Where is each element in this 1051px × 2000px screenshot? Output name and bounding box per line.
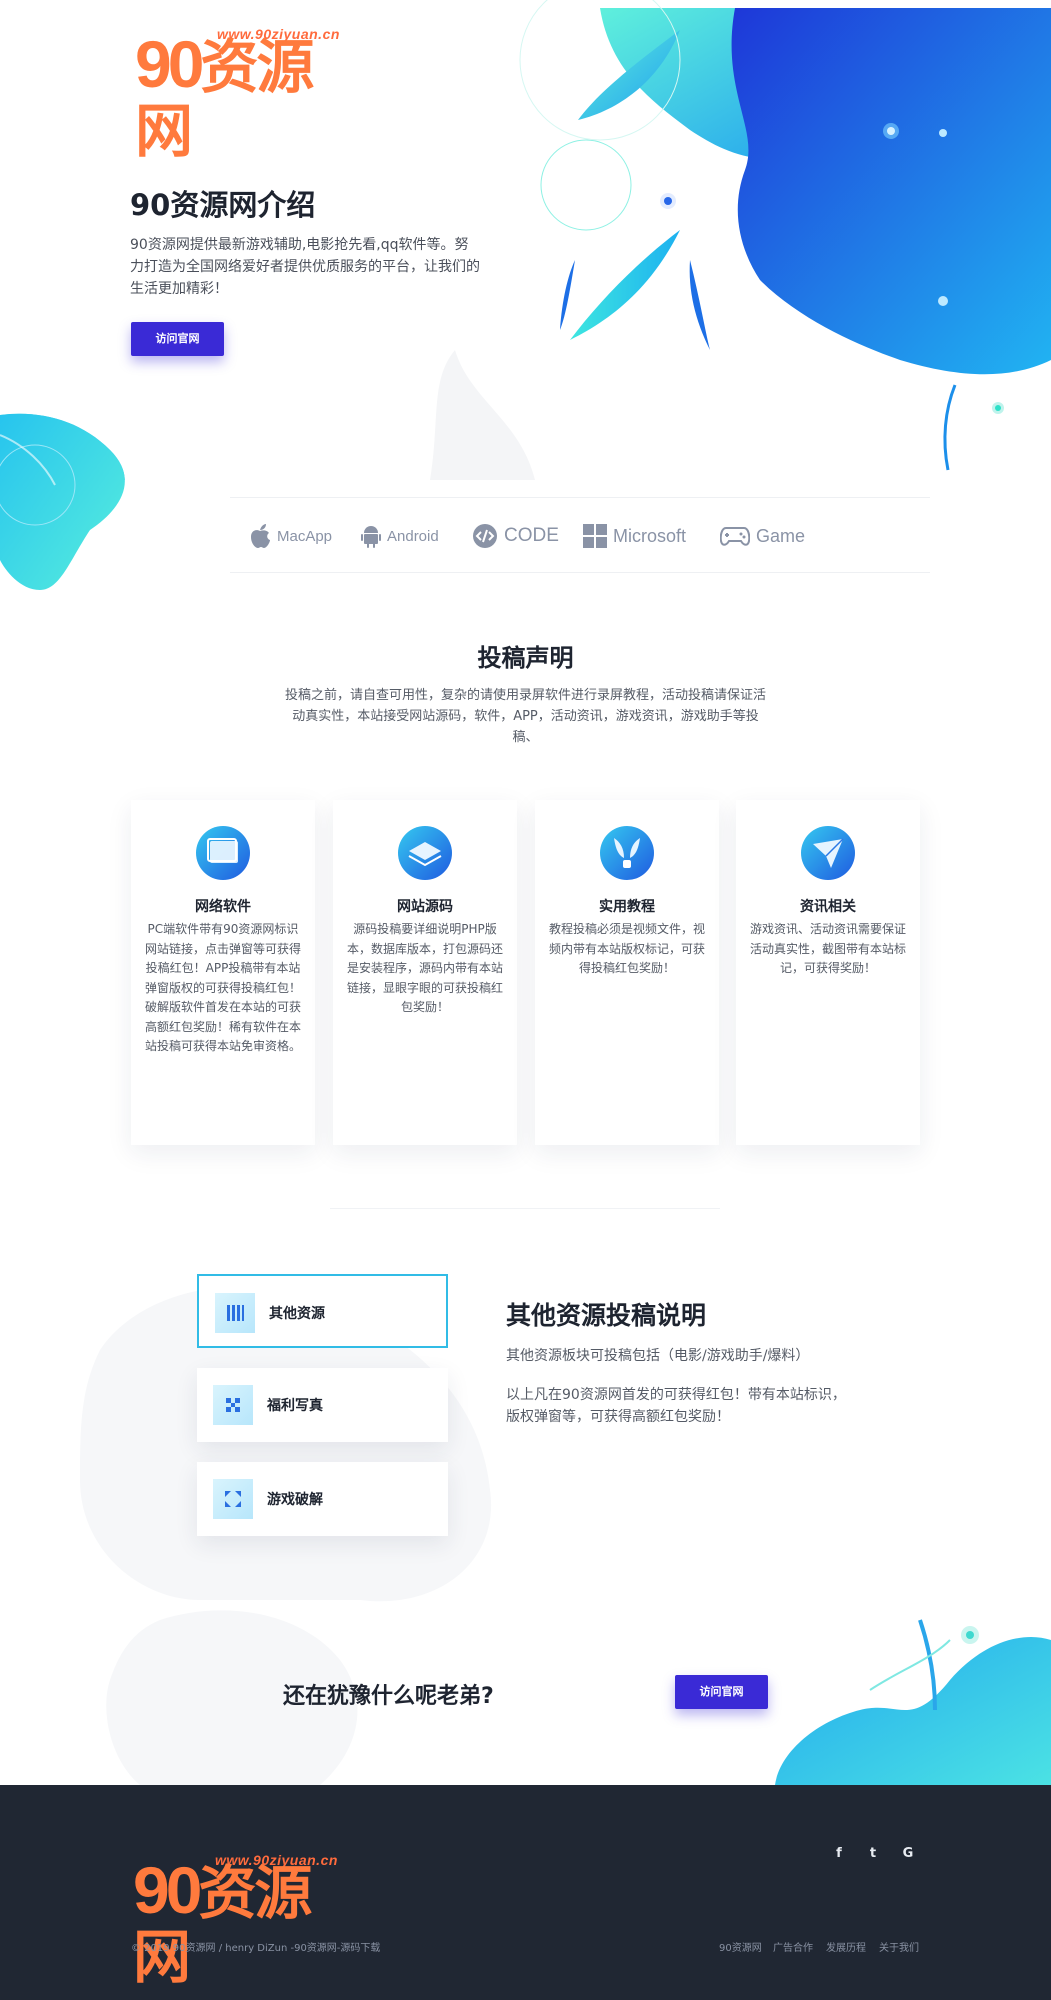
gamepad-icon bbox=[720, 527, 750, 546]
other-resources-title: 其他资源投稿说明 bbox=[506, 1301, 707, 1330]
logo-wordmark: 90资源网 bbox=[133, 1853, 312, 1991]
windows-icon bbox=[583, 524, 607, 548]
expand-icon bbox=[213, 1479, 253, 1519]
code-icon bbox=[473, 524, 497, 548]
card-text: 教程投稿必须是视频文件，视频内带有本站版权标记，可获得投稿红包奖励！ bbox=[549, 922, 706, 975]
site-logo[interactable]: www.90ziyuan.cn 90资源网 bbox=[135, 26, 345, 163]
cta-headline: 还在犹豫什么呢老弟? bbox=[283, 1684, 494, 1709]
tab-label: 游戏破解 bbox=[267, 1492, 323, 1508]
paper-plane-icon bbox=[801, 826, 855, 880]
facebook-icon[interactable]: f bbox=[831, 1846, 847, 1861]
hero-description: 90资源网提供最新游戏辅助,电影抢先看,qq软件等。努力打造为全国网络爱好者提供… bbox=[130, 237, 480, 297]
footer: www.90ziyuan.cn 90资源网 © 2019 90资源网 / hen… bbox=[0, 1785, 1051, 2000]
tab-welfare-photos[interactable]: 福利写真 bbox=[197, 1368, 448, 1442]
cta-visit-site-button[interactable]: 访问官网 bbox=[675, 1675, 768, 1709]
section-divider bbox=[330, 1208, 720, 1209]
tab-other-resources[interactable]: 其他资源 bbox=[197, 1274, 448, 1348]
other-resources-scope: 其他资源板块可投稿包括（电影/游戏助手/爆料） bbox=[506, 1348, 810, 1364]
apple-icon bbox=[251, 524, 270, 548]
platform-strip: MacApp Android CODE Microsoft Game bbox=[230, 497, 930, 573]
footer-logo[interactable]: www.90ziyuan.cn 90资源网 bbox=[133, 1852, 343, 1989]
android-icon bbox=[361, 526, 381, 548]
footer-link-about[interactable]: 关于我们 bbox=[879, 1939, 919, 1954]
tab-label: 福利写真 bbox=[267, 1398, 323, 1414]
left-decoration bbox=[0, 413, 125, 590]
statement-description: 投稿之前，请自查可用性，复杂的请使用录屏软件进行录屏教程，活动投稿请保证活动真实… bbox=[284, 688, 766, 745]
card-text: 游戏资讯、活动资讯需要保证活动真实性，截图带有本站标记，可获得奖励！ bbox=[750, 922, 907, 975]
book-icon bbox=[600, 826, 654, 880]
platform-label: Microsoft bbox=[613, 525, 687, 546]
hero-title: 90资源网介绍 bbox=[130, 188, 316, 222]
card-title: 网络软件 bbox=[195, 899, 251, 915]
google-icon[interactable]: G bbox=[900, 1846, 916, 1861]
card-text: 源码投稿要详细说明PHP版本，数据库版本，打包源码还是安装程序，源码内带有本站链… bbox=[347, 922, 504, 1014]
card-software: 网络软件 PC端软件带有90资源网标识网站链接，点击弹窗等可获得投稿红包！APP… bbox=[131, 800, 315, 1145]
window-icon bbox=[196, 826, 250, 880]
platform-label: Android bbox=[387, 527, 439, 545]
platform-android[interactable]: Android bbox=[361, 520, 439, 552]
cta-decoration bbox=[775, 1619, 1051, 1785]
platform-label: MacApp bbox=[277, 527, 333, 545]
card-title: 资讯相关 bbox=[800, 899, 856, 915]
platform-macapp[interactable]: MacApp bbox=[249, 520, 332, 552]
layers-icon bbox=[398, 826, 452, 880]
card-tutorials: 实用教程 教程投稿必须是视频文件，视频内带有本站版权标记，可获得投稿红包奖励！ bbox=[535, 800, 719, 1145]
copyright-text: © 2019 90资源网 / henry DiZun -90资源网-源码下载 bbox=[131, 1943, 381, 1954]
card-title: 实用教程 bbox=[599, 899, 655, 915]
visit-site-button[interactable]: 访问官网 bbox=[131, 322, 224, 356]
other-resources-reward: 以上凡在90资源网首发的可获得红包！带有本站标识，版权弹窗等，可获得高额红包奖励… bbox=[506, 1387, 846, 1425]
card-text: PC端软件带有90资源网标识网站链接，点击弹窗等可获得投稿红包！APP投稿带有本… bbox=[145, 922, 302, 1053]
statement-title: 投稿声明 bbox=[477, 644, 574, 672]
twitter-icon[interactable]: t bbox=[865, 1846, 881, 1861]
tab-game-cracks[interactable]: 游戏破解 bbox=[197, 1462, 448, 1536]
card-title: 网站源码 bbox=[397, 899, 453, 915]
hero-section: www.90ziyuan.cn 90资源网 90资源网介绍 90资源网提供最新游… bbox=[0, 0, 1051, 480]
tab-label: 其他资源 bbox=[269, 1306, 325, 1322]
card-source-code: 网站源码 源码投稿要详细说明PHP版本，数据库版本，打包源码还是安装程序，源码内… bbox=[333, 800, 517, 1145]
footer-link-home[interactable]: 90资源网 bbox=[719, 1939, 762, 1954]
cross-icon bbox=[213, 1385, 253, 1425]
footer-link-history[interactable]: 发展历程 bbox=[826, 1939, 866, 1954]
footer-link-advertising[interactable]: 广告合作 bbox=[773, 1939, 813, 1954]
platform-label: Game bbox=[756, 525, 806, 546]
platform-code[interactable]: CODE bbox=[472, 520, 559, 552]
bars-icon bbox=[215, 1293, 255, 1333]
platform-label: CODE bbox=[504, 525, 559, 546]
platform-game[interactable]: Game bbox=[720, 520, 805, 552]
logo-wordmark: 90资源网 bbox=[135, 27, 314, 165]
card-news: 资讯相关 游戏资讯、活动资讯需要保证活动真实性，截图带有本站标记，可获得奖励！ bbox=[736, 800, 920, 1145]
platform-microsoft[interactable]: Microsoft bbox=[583, 520, 686, 552]
